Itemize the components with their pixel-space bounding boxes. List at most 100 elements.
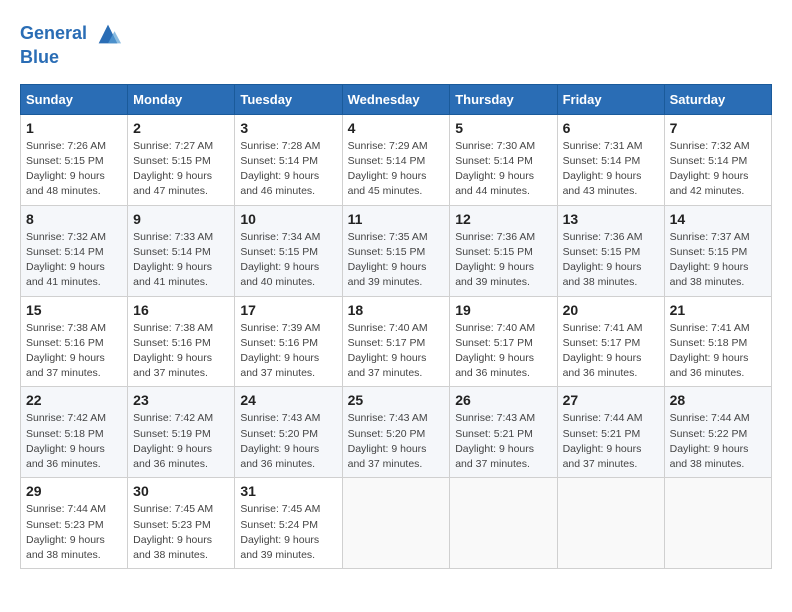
daylight-label: Daylight: 9 hours and 39 minutes. [455, 261, 534, 288]
day-info: Sunrise: 7:44 AM Sunset: 5:22 PM Dayligh… [670, 411, 766, 472]
daylight-label: Daylight: 9 hours and 36 minutes. [670, 352, 749, 379]
day-info: Sunrise: 7:43 AM Sunset: 5:20 PM Dayligh… [348, 411, 445, 472]
sunrise-label: Sunrise: 7:37 AM [670, 231, 750, 243]
daylight-label: Daylight: 9 hours and 42 minutes. [670, 170, 749, 197]
sunrise-label: Sunrise: 7:26 AM [26, 140, 106, 152]
sunset-label: Sunset: 5:16 PM [26, 337, 104, 349]
daylight-label: Daylight: 9 hours and 41 minutes. [26, 261, 105, 288]
calendar-cell: 12 Sunrise: 7:36 AM Sunset: 5:15 PM Dayl… [450, 205, 557, 296]
day-number: 23 [133, 392, 229, 408]
day-info: Sunrise: 7:28 AM Sunset: 5:14 PM Dayligh… [240, 139, 336, 200]
calendar-cell: 27 Sunrise: 7:44 AM Sunset: 5:21 PM Dayl… [557, 387, 664, 478]
calendar-cell: 11 Sunrise: 7:35 AM Sunset: 5:15 PM Dayl… [342, 205, 450, 296]
sunrise-label: Sunrise: 7:43 AM [348, 412, 428, 424]
daylight-label: Daylight: 9 hours and 44 minutes. [455, 170, 534, 197]
calendar-week-5: 29 Sunrise: 7:44 AM Sunset: 5:23 PM Dayl… [21, 478, 772, 569]
weekday-header-sunday: Sunday [21, 84, 128, 114]
daylight-label: Daylight: 9 hours and 36 minutes. [133, 443, 212, 470]
calendar-cell: 22 Sunrise: 7:42 AM Sunset: 5:18 PM Dayl… [21, 387, 128, 478]
day-info: Sunrise: 7:41 AM Sunset: 5:17 PM Dayligh… [563, 321, 659, 382]
sunset-label: Sunset: 5:18 PM [670, 337, 748, 349]
day-info: Sunrise: 7:45 AM Sunset: 5:23 PM Dayligh… [133, 502, 229, 563]
sunset-label: Sunset: 5:18 PM [26, 428, 104, 440]
day-number: 13 [563, 211, 659, 227]
day-info: Sunrise: 7:33 AM Sunset: 5:14 PM Dayligh… [133, 230, 229, 291]
sunset-label: Sunset: 5:14 PM [240, 155, 318, 167]
day-info: Sunrise: 7:27 AM Sunset: 5:15 PM Dayligh… [133, 139, 229, 200]
daylight-label: Daylight: 9 hours and 36 minutes. [240, 443, 319, 470]
day-number: 8 [26, 211, 122, 227]
calendar-cell [664, 478, 771, 569]
sunrise-label: Sunrise: 7:44 AM [670, 412, 750, 424]
day-info: Sunrise: 7:34 AM Sunset: 5:15 PM Dayligh… [240, 230, 336, 291]
day-number: 20 [563, 302, 659, 318]
sunrise-label: Sunrise: 7:45 AM [240, 503, 320, 515]
logo: General Blue [20, 20, 122, 68]
logo-text: General [20, 20, 122, 48]
sunrise-label: Sunrise: 7:38 AM [133, 322, 213, 334]
day-number: 27 [563, 392, 659, 408]
sunrise-label: Sunrise: 7:29 AM [348, 140, 428, 152]
sunrise-label: Sunrise: 7:42 AM [26, 412, 106, 424]
day-info: Sunrise: 7:39 AM Sunset: 5:16 PM Dayligh… [240, 321, 336, 382]
calendar-cell: 26 Sunrise: 7:43 AM Sunset: 5:21 PM Dayl… [450, 387, 557, 478]
calendar-cell: 5 Sunrise: 7:30 AM Sunset: 5:14 PM Dayli… [450, 114, 557, 205]
day-number: 1 [26, 120, 122, 136]
sunset-label: Sunset: 5:17 PM [455, 337, 533, 349]
calendar-cell: 14 Sunrise: 7:37 AM Sunset: 5:15 PM Dayl… [664, 205, 771, 296]
day-number: 15 [26, 302, 122, 318]
sunrise-label: Sunrise: 7:36 AM [563, 231, 643, 243]
day-number: 12 [455, 211, 551, 227]
sunrise-label: Sunrise: 7:35 AM [348, 231, 428, 243]
day-info: Sunrise: 7:41 AM Sunset: 5:18 PM Dayligh… [670, 321, 766, 382]
daylight-label: Daylight: 9 hours and 38 minutes. [26, 534, 105, 561]
sunset-label: Sunset: 5:16 PM [240, 337, 318, 349]
day-info: Sunrise: 7:32 AM Sunset: 5:14 PM Dayligh… [670, 139, 766, 200]
logo-text2: Blue [20, 48, 122, 68]
day-number: 11 [348, 211, 445, 227]
daylight-label: Daylight: 9 hours and 40 minutes. [240, 261, 319, 288]
calendar-table: SundayMondayTuesdayWednesdayThursdayFrid… [20, 84, 772, 569]
calendar-cell: 15 Sunrise: 7:38 AM Sunset: 5:16 PM Dayl… [21, 296, 128, 387]
day-number: 5 [455, 120, 551, 136]
weekday-header-thursday: Thursday [450, 84, 557, 114]
calendar-cell: 4 Sunrise: 7:29 AM Sunset: 5:14 PM Dayli… [342, 114, 450, 205]
calendar-cell: 3 Sunrise: 7:28 AM Sunset: 5:14 PM Dayli… [235, 114, 342, 205]
day-info: Sunrise: 7:43 AM Sunset: 5:21 PM Dayligh… [455, 411, 551, 472]
calendar-cell: 2 Sunrise: 7:27 AM Sunset: 5:15 PM Dayli… [128, 114, 235, 205]
calendar-cell: 8 Sunrise: 7:32 AM Sunset: 5:14 PM Dayli… [21, 205, 128, 296]
sunset-label: Sunset: 5:15 PM [348, 246, 426, 258]
daylight-label: Daylight: 9 hours and 37 minutes. [133, 352, 212, 379]
day-info: Sunrise: 7:40 AM Sunset: 5:17 PM Dayligh… [348, 321, 445, 382]
sunrise-label: Sunrise: 7:39 AM [240, 322, 320, 334]
sunrise-label: Sunrise: 7:36 AM [455, 231, 535, 243]
daylight-label: Daylight: 9 hours and 45 minutes. [348, 170, 427, 197]
sunset-label: Sunset: 5:14 PM [563, 155, 641, 167]
calendar-cell: 18 Sunrise: 7:40 AM Sunset: 5:17 PM Dayl… [342, 296, 450, 387]
sunset-label: Sunset: 5:14 PM [455, 155, 533, 167]
calendar-week-3: 15 Sunrise: 7:38 AM Sunset: 5:16 PM Dayl… [21, 296, 772, 387]
daylight-label: Daylight: 9 hours and 37 minutes. [563, 443, 642, 470]
daylight-label: Daylight: 9 hours and 37 minutes. [26, 352, 105, 379]
sunrise-label: Sunrise: 7:45 AM [133, 503, 213, 515]
day-number: 6 [563, 120, 659, 136]
sunrise-label: Sunrise: 7:42 AM [133, 412, 213, 424]
daylight-label: Daylight: 9 hours and 37 minutes. [455, 443, 534, 470]
sunrise-label: Sunrise: 7:30 AM [455, 140, 535, 152]
daylight-label: Daylight: 9 hours and 48 minutes. [26, 170, 105, 197]
sunset-label: Sunset: 5:14 PM [670, 155, 748, 167]
calendar-cell [450, 478, 557, 569]
sunset-label: Sunset: 5:14 PM [26, 246, 104, 258]
day-number: 26 [455, 392, 551, 408]
day-info: Sunrise: 7:42 AM Sunset: 5:18 PM Dayligh… [26, 411, 122, 472]
calendar-cell: 25 Sunrise: 7:43 AM Sunset: 5:20 PM Dayl… [342, 387, 450, 478]
daylight-label: Daylight: 9 hours and 37 minutes. [348, 352, 427, 379]
weekday-header-monday: Monday [128, 84, 235, 114]
sunrise-label: Sunrise: 7:40 AM [455, 322, 535, 334]
day-number: 22 [26, 392, 122, 408]
daylight-label: Daylight: 9 hours and 36 minutes. [455, 352, 534, 379]
calendar-cell: 16 Sunrise: 7:38 AM Sunset: 5:16 PM Dayl… [128, 296, 235, 387]
day-info: Sunrise: 7:44 AM Sunset: 5:23 PM Dayligh… [26, 502, 122, 563]
calendar-week-4: 22 Sunrise: 7:42 AM Sunset: 5:18 PM Dayl… [21, 387, 772, 478]
calendar-cell [342, 478, 450, 569]
